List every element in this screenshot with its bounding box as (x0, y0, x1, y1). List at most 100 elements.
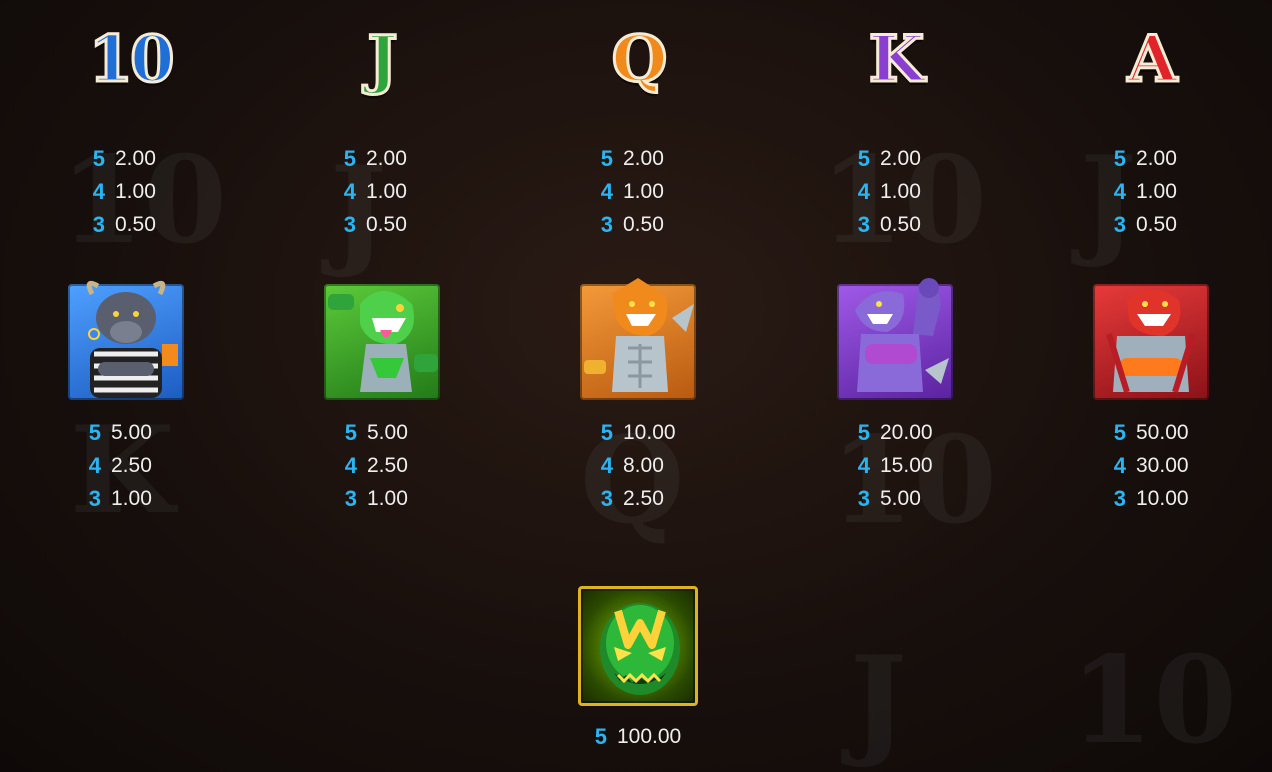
pay-amount: 5.00 (880, 486, 921, 510)
pay-row: 4 30.00 (1071, 449, 1231, 482)
pay-row: 3 10.00 (1071, 482, 1231, 515)
pay-row: 3 0.50 (1071, 208, 1231, 241)
pay-amount: 1.00 (1136, 179, 1177, 203)
pay-count: 3 (600, 485, 613, 511)
pay-amount: 0.50 (366, 212, 407, 236)
green-shark-icon (322, 282, 442, 402)
symbol-10: 10 (70, 10, 190, 110)
pay-amount: 0.50 (115, 212, 156, 236)
pay-count: 3 (857, 485, 870, 511)
referee-bull-icon (66, 280, 186, 402)
pay-count: 5 (1113, 145, 1126, 171)
pay-count: 5 (1113, 419, 1126, 445)
paytable-entry-wild: 5 100.00 (558, 586, 718, 753)
pay-count: 5 (594, 723, 607, 749)
pay-count: 5 (600, 419, 613, 445)
pay-count: 4 (344, 452, 357, 478)
pay-amount: 2.50 (623, 486, 664, 510)
pay-count: 5 (857, 419, 870, 445)
symbol-a: A (1091, 10, 1211, 110)
pay-count: 4 (857, 452, 870, 478)
pay-amount: 100.00 (617, 724, 682, 748)
pay-row: 5 2.00 (815, 142, 975, 175)
pay-row: 5 50.00 (1071, 416, 1231, 449)
pay-count: 5 (600, 145, 613, 171)
pay-count: 3 (343, 211, 356, 237)
pay-row: 4 1.00 (815, 175, 975, 208)
red-shark-icon (1091, 282, 1211, 402)
pay-amount: 2.00 (880, 146, 921, 170)
pay-row: 5 20.00 (815, 416, 975, 449)
pay-amount: 0.50 (880, 212, 921, 236)
pay-row: 4 1.00 (301, 175, 461, 208)
pay-count: 5 (88, 419, 101, 445)
pay-row: 4 2.50 (302, 449, 462, 482)
paytable-entry-green-shark: 5 5.00 4 2.50 3 1.00 (302, 282, 462, 515)
pay-amount: 30.00 (1136, 453, 1189, 477)
symbol-k: K (835, 10, 955, 110)
pay-amount: 0.50 (623, 212, 664, 236)
pay-count: 3 (600, 211, 613, 237)
pay-row: 3 2.50 (558, 482, 718, 515)
paytable-entry-k: K 5 2.00 4 1.00 3 0.50 (815, 10, 975, 241)
pay-amount: 1.00 (111, 486, 152, 510)
pay-count: 4 (92, 178, 105, 204)
pay-row: 5 10.00 (558, 416, 718, 449)
symbol-j: J (321, 10, 441, 110)
pay-amount: 2.00 (366, 146, 407, 170)
pay-amount: 5.00 (111, 420, 152, 444)
pay-amount: 0.50 (1136, 212, 1177, 236)
pay-amount: 1.00 (623, 179, 664, 203)
pay-amount: 2.00 (115, 146, 156, 170)
pay-amount: 2.00 (623, 146, 664, 170)
pay-count: 4 (600, 178, 613, 204)
pay-count: 4 (600, 452, 613, 478)
symbol-q-label: Q (610, 22, 669, 97)
pay-row: 4 8.00 (558, 449, 718, 482)
pay-amount: 1.00 (366, 179, 407, 203)
pay-amount: 8.00 (623, 453, 664, 477)
pay-count: 3 (1113, 485, 1126, 511)
pay-amount: 10.00 (623, 420, 676, 444)
pay-row: 3 0.50 (301, 208, 461, 241)
pay-count: 4 (857, 178, 870, 204)
pay-row: 5 2.00 (50, 142, 210, 175)
pay-row: 5 2.00 (301, 142, 461, 175)
symbol-k-label: K (867, 22, 926, 97)
pay-row: 3 5.00 (815, 482, 975, 515)
pay-row: 5 2.00 (1071, 142, 1231, 175)
pay-amount: 10.00 (1136, 486, 1189, 510)
pay-count: 5 (92, 145, 105, 171)
pay-row: 3 0.50 (50, 208, 210, 241)
pay-row: 5 5.00 (302, 416, 462, 449)
pay-amount: 15.00 (880, 453, 933, 477)
pay-amount: 2.50 (367, 453, 408, 477)
purple-shark-icon (835, 278, 955, 402)
pay-amount: 1.00 (367, 486, 408, 510)
pay-count: 3 (857, 211, 870, 237)
paytable-entry-purple-shark: 5 20.00 4 15.00 3 5.00 (815, 278, 975, 515)
pay-amount: 2.00 (1136, 146, 1177, 170)
pay-count: 4 (1113, 452, 1126, 478)
paytable-entry-j: J 5 2.00 4 1.00 3 0.50 (301, 10, 461, 241)
pay-row: 4 2.50 (46, 449, 206, 482)
symbol-a-label: A (1126, 22, 1179, 97)
pay-count: 3 (92, 211, 105, 237)
paytable-entry-red-shark: 5 50.00 4 30.00 3 10.00 (1071, 282, 1231, 515)
pay-row: 3 0.50 (558, 208, 718, 241)
pay-row: 5 5.00 (46, 416, 206, 449)
pay-row: 5 2.00 (558, 142, 718, 175)
pay-row: 4 1.00 (558, 175, 718, 208)
pay-count: 4 (1113, 178, 1126, 204)
pay-count: 3 (1113, 211, 1126, 237)
pay-count: 5 (344, 419, 357, 445)
paytable-entry-a: A 5 2.00 4 1.00 3 0.50 (1071, 10, 1231, 241)
pay-amount: 1.00 (115, 179, 156, 203)
symbol-10-label: 10 (87, 22, 176, 97)
pay-count: 4 (88, 452, 101, 478)
pay-amount: 50.00 (1136, 420, 1189, 444)
pay-count: 3 (344, 485, 357, 511)
pay-amount: 1.00 (880, 179, 921, 203)
pay-amount: 5.00 (367, 420, 408, 444)
pay-row: 4 1.00 (1071, 175, 1231, 208)
